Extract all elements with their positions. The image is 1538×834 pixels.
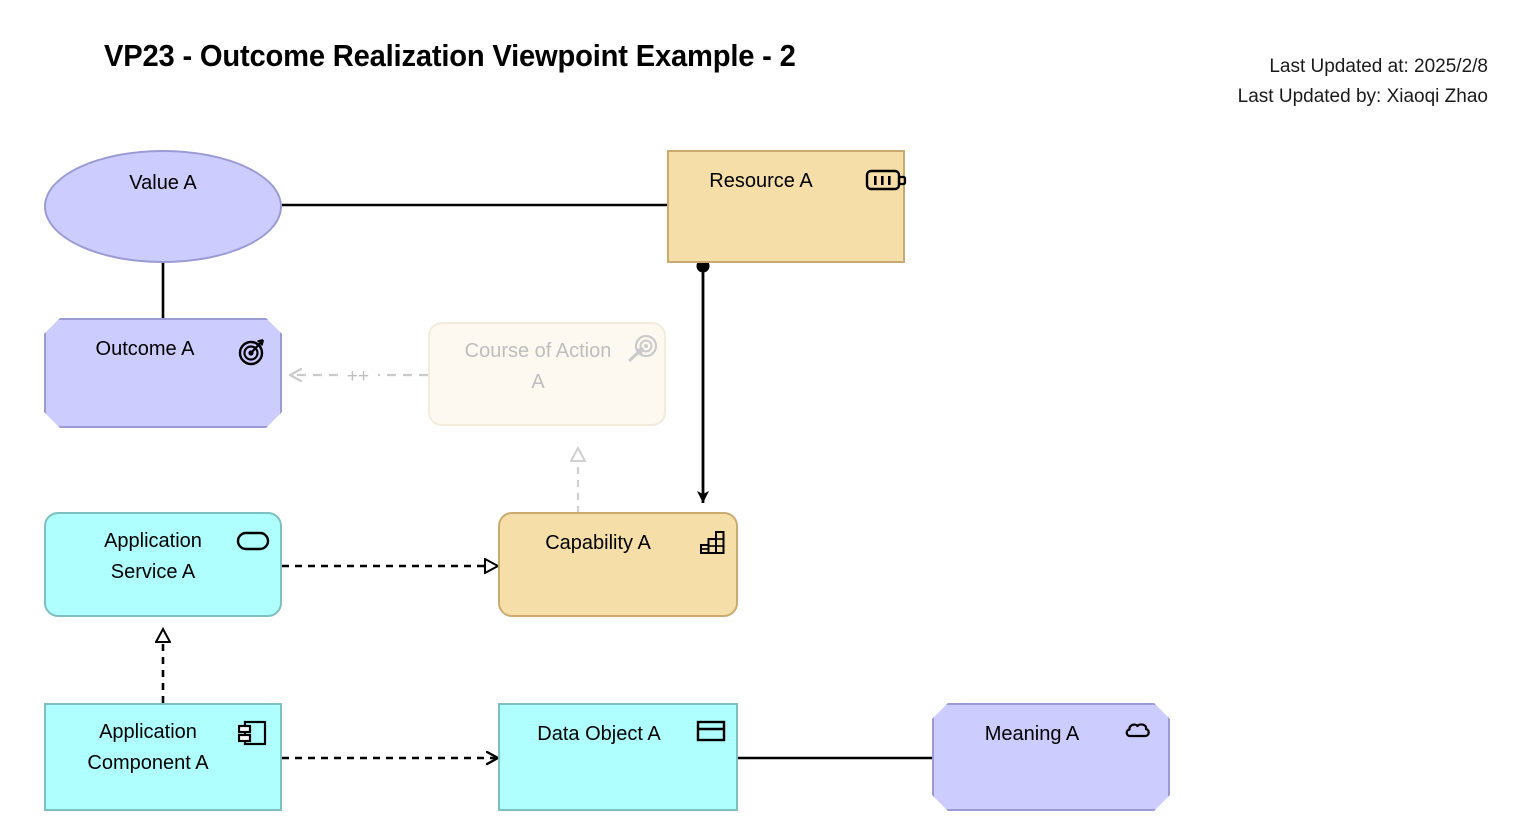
- node-course-of-action-a[interactable]: Course of Action A: [428, 322, 666, 426]
- stairs-bars-icon: [700, 528, 728, 556]
- metadata-block: Last Updated at: 2025/2/8 Last Updated b…: [1238, 52, 1488, 112]
- page-title: VP23 - Outcome Realization Viewpoint Exa…: [104, 38, 796, 73]
- node-resource-a[interactable]: Resource A: [667, 150, 907, 263]
- last-updated-at: Last Updated at: 2025/2/8: [1269, 56, 1488, 77]
- battery-icon: [865, 167, 907, 193]
- edge-label-influence: ++: [347, 366, 369, 387]
- node-label: Value A: [129, 172, 197, 194]
- edge-course-of-action-to-outcome[interactable]: ++: [290, 366, 428, 387]
- node-outcome-a[interactable]: Outcome A: [44, 318, 282, 428]
- node-app-service-a[interactable]: Application Service A: [44, 512, 282, 617]
- data-object-icon: [696, 719, 726, 743]
- node-app-component-a[interactable]: Application Component A: [44, 703, 282, 811]
- cloud-meaning-icon: [1124, 721, 1152, 743]
- target-arrow-icon: [624, 334, 658, 364]
- diagram-canvas: VP23 - Outcome Realization Viewpoint Exa…: [0, 0, 1538, 834]
- component-icon: [237, 719, 268, 747]
- node-data-object-a[interactable]: Data Object A: [498, 703, 738, 811]
- node-value-a[interactable]: Value A: [44, 150, 282, 263]
- node-meaning-a[interactable]: Meaning A: [932, 703, 1170, 811]
- last-updated-by: Last Updated by: Xiaoqi Zhao: [1237, 86, 1488, 107]
- rounded-service-icon: [236, 530, 270, 552]
- target-bullseye-icon: [236, 335, 266, 365]
- node-capability-a[interactable]: Capability A: [498, 512, 738, 617]
